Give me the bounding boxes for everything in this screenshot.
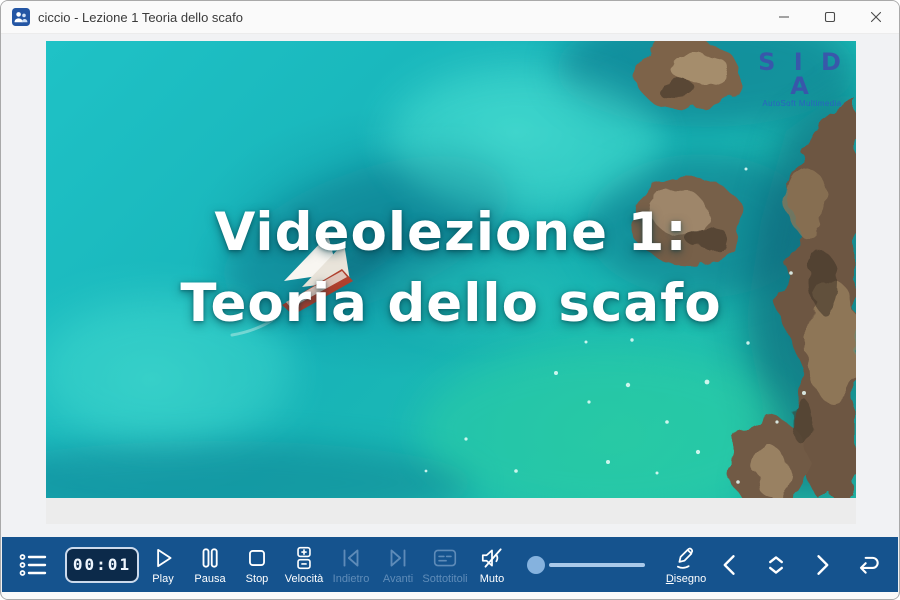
skip-forward-button: Avanti — [375, 539, 421, 591]
stop-button[interactable]: Stop — [234, 539, 280, 591]
window-title: ciccio - Lezione 1 Teoria dello scafo — [38, 10, 243, 25]
volume-slider-thumb[interactable] — [527, 556, 545, 574]
video-surface[interactable]: Videolezione 1: Teoria dello scafo S I D… — [46, 41, 856, 498]
elapsed-time-display: 00:01 — [65, 547, 139, 583]
window-controls — [761, 1, 899, 33]
close-button[interactable] — [853, 1, 899, 33]
speed-icon — [291, 545, 317, 571]
skip-back-button: Indietro — [328, 539, 374, 591]
video-title-line2: Teoria dello scafo — [46, 268, 856, 339]
maximize-icon — [824, 11, 836, 23]
pause-icon — [197, 545, 223, 571]
expand-collapse-button[interactable] — [759, 545, 792, 585]
minimize-icon — [778, 11, 790, 23]
volume-slider[interactable] — [525, 555, 647, 575]
chevron-right-icon — [808, 551, 836, 579]
lesson-navigation — [713, 545, 884, 585]
title-bar: ciccio - Lezione 1 Teoria dello scafo — [1, 1, 899, 34]
pen-icon — [673, 545, 699, 571]
return-icon — [853, 551, 883, 579]
previous-button[interactable] — [713, 545, 746, 585]
close-icon — [870, 11, 882, 23]
mute-button[interactable]: Muto — [469, 539, 515, 591]
chevron-left-icon — [716, 551, 744, 579]
maximize-button[interactable] — [807, 1, 853, 33]
video-under-strip — [46, 498, 856, 524]
playlist-button[interactable] — [16, 552, 50, 578]
play-button[interactable]: Play — [140, 539, 186, 591]
pause-button[interactable]: Pausa — [187, 539, 233, 591]
skip-forward-icon — [385, 545, 411, 571]
chevron-up-down-icon — [762, 551, 790, 579]
video-title-line1: Videolezione 1: — [46, 197, 856, 268]
stop-icon — [244, 545, 270, 571]
skip-back-icon — [338, 545, 364, 571]
app-window: ciccio - Lezione 1 Teoria dello scafo — [0, 0, 900, 600]
window-bottom-strip — [2, 592, 898, 600]
video-overlay-title: Videolezione 1: Teoria dello scafo — [46, 197, 856, 339]
draw-button[interactable]: Disegno — [663, 539, 709, 591]
play-icon — [150, 545, 176, 571]
volume-slider-track[interactable] — [549, 563, 645, 567]
minimize-button[interactable] — [761, 1, 807, 33]
playlist-icon — [18, 552, 48, 578]
subtitles-button: Sottotitoli — [422, 539, 468, 591]
sida-logo-tagline: AutoSoft Multimedia — [752, 100, 852, 108]
player-toolbar: 00:01 Play Pausa Stop — [2, 537, 898, 592]
sida-logo: S I D A AutoSoft Multimedia — [752, 50, 852, 108]
people-icon — [12, 8, 30, 26]
speed-button[interactable]: Velocità — [281, 539, 327, 591]
sida-logo-text: S I D A — [752, 50, 852, 98]
mute-icon — [479, 545, 505, 571]
subtitles-icon — [432, 545, 458, 571]
return-button[interactable] — [851, 545, 884, 585]
next-button[interactable] — [805, 545, 838, 585]
